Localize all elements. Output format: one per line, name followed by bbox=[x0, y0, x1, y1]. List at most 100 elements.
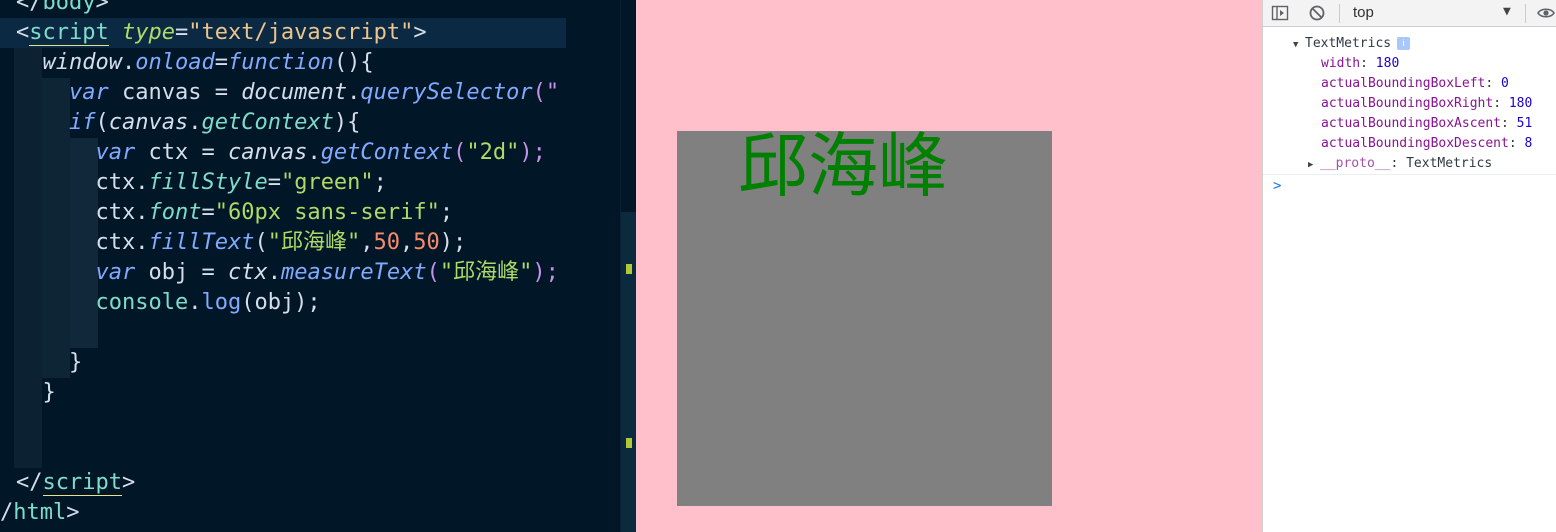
code-line[interactable]: } bbox=[0, 378, 55, 408]
property-row[interactable]: actualBoundingBoxLeft: 0 bbox=[1321, 74, 1509, 94]
code-token: , bbox=[360, 230, 374, 255]
live-expression-icon[interactable] bbox=[1537, 4, 1555, 22]
property-row[interactable]: actualBoundingBoxRight: 180 bbox=[1321, 94, 1532, 114]
code-token: = bbox=[214, 50, 228, 75]
property-row[interactable]: actualBoundingBoxAscent: 51 bbox=[1321, 114, 1532, 134]
code-token: script bbox=[42, 470, 122, 496]
code-token: "60px sans-serif" bbox=[214, 200, 440, 225]
code-token: . bbox=[347, 80, 361, 105]
code-token: fillText bbox=[148, 230, 255, 255]
scrollbar-thumb[interactable] bbox=[621, 212, 637, 532]
code-token: ); bbox=[519, 140, 546, 165]
code-token: body bbox=[42, 0, 96, 15]
code-token: (){ bbox=[333, 50, 374, 75]
code-token: (" bbox=[532, 80, 560, 105]
code-line[interactable]: /html> bbox=[0, 498, 79, 528]
code-token: ctx bbox=[227, 260, 268, 285]
code-token: querySelector bbox=[360, 80, 533, 105]
code-token: </ bbox=[16, 0, 43, 15]
toolbar-separator bbox=[1339, 4, 1340, 23]
property-value: 8 bbox=[1524, 136, 1533, 151]
code-token: ctx bbox=[95, 230, 136, 255]
code-line[interactable]: if(canvas.getContext){ bbox=[0, 108, 360, 138]
code-token: . bbox=[307, 140, 321, 165]
code-line[interactable]: ctx.fillText("邱海峰",50,50); bbox=[0, 228, 466, 258]
code-line[interactable]: var ctx = canvas.getContext("2d"); bbox=[0, 138, 546, 168]
code-line[interactable] bbox=[0, 438, 16, 468]
code-token: canvas bbox=[227, 140, 308, 165]
code-token: . bbox=[188, 290, 202, 315]
code-token: (obj); bbox=[241, 290, 321, 315]
property-row[interactable]: actualBoundingBoxDescent: 8 bbox=[1321, 134, 1532, 154]
code-line[interactable]: } bbox=[0, 348, 82, 378]
code-token: measureText bbox=[280, 260, 427, 285]
code-token: var bbox=[95, 140, 136, 165]
object-header[interactable]: ▼ TextMetrics i bbox=[1293, 34, 1411, 55]
code-line[interactable]: ctx.fillStyle="green"; bbox=[0, 168, 386, 198]
execution-context-select[interactable]: top bbox=[1343, 2, 1493, 24]
code-line[interactable]: var canvas = document.querySelector(" bbox=[0, 78, 559, 108]
code-line[interactable]: </script> bbox=[0, 468, 135, 498]
code-line[interactable]: </body> bbox=[0, 0, 109, 18]
code-token: "green" bbox=[280, 170, 374, 195]
console-toolbar: top ▼ bbox=[1263, 0, 1556, 27]
code-token: canvas = bbox=[108, 80, 242, 105]
code-line[interactable]: window.onload=function(){ bbox=[0, 48, 374, 78]
clear-console-icon[interactable] bbox=[1308, 4, 1326, 22]
property-value: 51 bbox=[1516, 116, 1533, 131]
code-token: . bbox=[188, 110, 202, 135]
dropdown-arrow-icon[interactable]: ▼ bbox=[1503, 2, 1511, 22]
devtools-console-panel: top ▼ ▼ TextMetrics i width: 180 actualBoun… bbox=[1262, 0, 1556, 532]
console-message-divider bbox=[1263, 174, 1556, 175]
code-token: "2d" bbox=[466, 140, 520, 165]
property-key: width bbox=[1321, 56, 1361, 71]
code-token: , bbox=[399, 230, 414, 255]
code-token: console bbox=[95, 290, 189, 315]
code-token: } bbox=[16, 350, 83, 375]
code-line[interactable]: console.log(obj); bbox=[0, 288, 321, 318]
code-token: onload bbox=[135, 50, 215, 75]
code-token: ctx bbox=[95, 200, 136, 225]
code-token: ; bbox=[439, 200, 454, 225]
code-line[interactable] bbox=[0, 318, 16, 348]
property-key: actualBoundingBoxLeft bbox=[1321, 76, 1486, 91]
code-line-active[interactable]: <script type="text/javascript"> bbox=[0, 18, 566, 48]
console-prompt[interactable]: > bbox=[1273, 178, 1281, 194]
code-token: script bbox=[29, 20, 109, 46]
code-line[interactable] bbox=[0, 408, 16, 438]
code-token: ( bbox=[254, 230, 268, 255]
code-token: = bbox=[201, 200, 215, 225]
collapse-triangle-icon[interactable]: ▼ bbox=[1293, 35, 1305, 55]
code-token: function bbox=[227, 50, 334, 75]
code-token: "邱海峰" bbox=[267, 230, 361, 255]
code-line[interactable]: ctx.font="60px sans-serif"; bbox=[0, 198, 453, 228]
code-token: ); bbox=[532, 260, 559, 285]
code-editor[interactable]: </body> <script type="text/javascript"> w… bbox=[0, 0, 620, 532]
scrollbar-marker bbox=[626, 264, 632, 274]
code-line[interactable]: var obj = ctx.measureText("邱海峰"); bbox=[0, 258, 559, 288]
code-token: font bbox=[148, 200, 202, 225]
code-token: ){ bbox=[333, 110, 361, 135]
code-token: . bbox=[135, 230, 149, 255]
code-token: fillStyle bbox=[148, 170, 268, 195]
code-token: ctx bbox=[95, 170, 136, 195]
editor-scrollbar[interactable] bbox=[620, 0, 637, 532]
sidebar-toggle-icon[interactable] bbox=[1271, 4, 1289, 22]
code-token: window bbox=[42, 50, 122, 75]
code-token: obj = bbox=[135, 260, 228, 285]
scrollbar-marker bbox=[626, 438, 632, 448]
code-token: = bbox=[267, 170, 281, 195]
code-token: type bbox=[121, 20, 175, 45]
code-token: . bbox=[267, 260, 281, 285]
code-token: getContext bbox=[201, 110, 334, 135]
expand-triangle-icon[interactable]: ▶ bbox=[1308, 155, 1320, 175]
property-row[interactable]: width: 180 bbox=[1321, 54, 1399, 74]
code-token: log bbox=[201, 290, 242, 315]
proto-row[interactable]: ▶ __proto__: TextMetrics bbox=[1308, 154, 1492, 174]
info-icon[interactable]: i bbox=[1397, 37, 1411, 50]
